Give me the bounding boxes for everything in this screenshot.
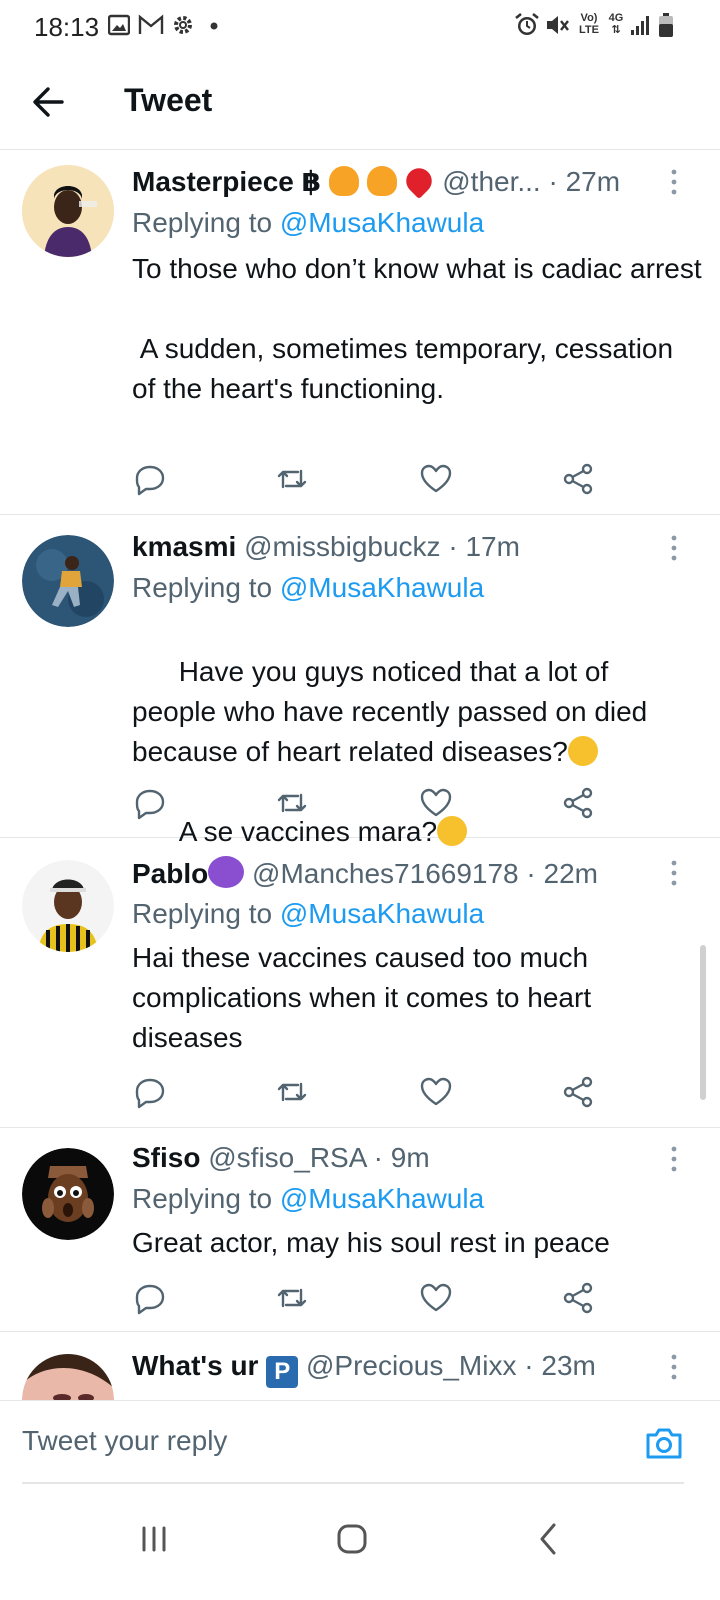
smiling-face-with-horns-emoji — [208, 856, 245, 888]
replies-feed[interactable]: Masterpiece ฿ @ther... · 27m Replying to… — [0, 151, 720, 1401]
user-handle[interactable]: @Precious_Mixx — [306, 1350, 516, 1381]
mention-link[interactable]: @MusaKhawula — [280, 1183, 484, 1214]
more-options-icon[interactable] — [662, 167, 686, 197]
tweet-reply[interactable]: kmasmi @missbigbuckz · 17m Replying to @… — [0, 515, 720, 847]
tweet-actions — [132, 1280, 602, 1316]
mention-link[interactable]: @MusaKhawula — [280, 572, 484, 603]
reply-icon[interactable] — [132, 1074, 168, 1110]
like-icon[interactable] — [418, 785, 454, 821]
tweet-header: Pablo @Manches71669178 · 22m — [132, 856, 598, 889]
user-handle[interactable]: @ther... — [442, 166, 540, 197]
tweet-text: To those who don’t know what is cadiac a… — [132, 253, 702, 404]
tweet-header: Masterpiece ฿ @ther... · 27m — [132, 165, 670, 198]
avatar[interactable] — [22, 165, 114, 257]
like-icon[interactable] — [418, 461, 454, 497]
user-handle[interactable]: @missbigbuckz — [244, 531, 440, 562]
system-navigation-bar — [0, 1484, 720, 1600]
share-icon[interactable] — [560, 461, 596, 497]
share-icon[interactable] — [560, 1280, 596, 1316]
avatar[interactable] — [22, 860, 114, 952]
camera-icon[interactable] — [644, 1423, 684, 1463]
tweet-actions — [132, 461, 602, 497]
replying-to: Replying to @MusaKhawula — [132, 898, 485, 929]
status-bar: 18:13 Vo) LTE 4G ⇅ — [0, 0, 720, 56]
share-icon[interactable] — [560, 785, 596, 821]
reply-input[interactable]: Tweet your reply — [22, 1425, 227, 1457]
recent-apps-icon[interactable] — [124, 1514, 184, 1564]
tweet-text: Hai these vaccines caused too much compl… — [132, 942, 599, 1053]
retweet-icon[interactable] — [274, 1280, 310, 1316]
tweet-actions — [132, 1074, 602, 1110]
user-name[interactable]: Masterpiece ฿ — [132, 166, 321, 197]
like-icon[interactable] — [418, 1280, 454, 1316]
volte-icon: Vo) LTE — [579, 12, 599, 36]
more-options-icon[interactable] — [662, 1352, 686, 1382]
user-name[interactable]: What's ur — [132, 1350, 258, 1381]
retweet-icon[interactable] — [274, 785, 310, 821]
avatar[interactable] — [22, 1148, 114, 1240]
more-options-icon[interactable] — [662, 858, 686, 888]
gmail-icon — [138, 14, 164, 34]
reply-icon[interactable] — [132, 785, 168, 821]
4g-icon: 4G ⇅ — [608, 12, 624, 36]
replying-to: Replying to @MusaKhawula — [132, 207, 485, 238]
tweet-text: Great actor, may his soul rest in peace — [132, 1227, 610, 1258]
more-options-icon[interactable] — [662, 1144, 686, 1174]
user-handle[interactable]: @sfiso_RSA — [208, 1142, 366, 1173]
back-arrow-icon[interactable] — [28, 80, 72, 124]
back-nav-icon[interactable] — [518, 1514, 578, 1564]
tweet-reply[interactable]: Sfiso @sfiso_RSA · 9m Replying to @MusaK… — [0, 1128, 720, 1332]
reply-icon[interactable] — [132, 1280, 168, 1316]
mute-icon — [547, 16, 569, 34]
signal-icon — [631, 16, 649, 35]
home-icon[interactable] — [322, 1514, 382, 1564]
image-icon — [108, 14, 130, 36]
share-icon[interactable] — [560, 1074, 596, 1110]
top-app-bar: Tweet — [0, 56, 720, 150]
avatar[interactable] — [22, 1354, 114, 1401]
tweet-reply[interactable]: Pablo @Manches71669178 · 22m Replying to… — [0, 838, 720, 1128]
alarm-icon — [515, 12, 539, 35]
avatar[interactable] — [22, 535, 114, 627]
fire-emoji — [366, 166, 397, 196]
tweet-reply[interactable]: What's ur P @Precious_Mixx · 23m — [0, 1332, 720, 1401]
page-title: Tweet — [124, 82, 213, 118]
scrollbar-thumb[interactable] — [700, 945, 706, 1100]
settings-icon — [174, 16, 192, 34]
tweet-actions — [132, 785, 602, 821]
mention-link[interactable]: @MusaKhawula — [280, 207, 484, 238]
p-button-emoji: P — [266, 1356, 299, 1388]
replying-to: Replying to @MusaKhawula — [132, 1183, 485, 1214]
tweet-time: 27m — [565, 166, 621, 197]
red-heart-emoji — [401, 165, 438, 198]
retweet-icon[interactable] — [274, 461, 310, 497]
like-icon[interactable] — [418, 1074, 454, 1110]
user-handle[interactable]: @Manches71669178 — [252, 858, 519, 889]
user-name[interactable]: Pablo — [132, 858, 208, 889]
tweet-header: kmasmi @missbigbuckz · 17m — [132, 531, 520, 562]
tweet-header: Sfiso @sfiso_RSA · 9m — [132, 1142, 430, 1173]
reply-icon[interactable] — [132, 461, 168, 497]
tweet-time: 9m — [390, 1142, 430, 1173]
fire-emoji — [328, 166, 359, 196]
reply-composer: Tweet your reply — [0, 1400, 720, 1484]
tweet-time: 23m — [541, 1350, 596, 1381]
user-name[interactable]: Sfiso — [132, 1142, 200, 1173]
thinking-face-emoji — [567, 736, 598, 766]
retweet-icon[interactable] — [274, 1074, 310, 1110]
tweet-header: What's ur P @Precious_Mixx · 23m — [132, 1350, 670, 1388]
status-time: 18:13 — [34, 12, 100, 42]
replying-to: Replying to @MusaKhawula — [132, 572, 485, 603]
user-name[interactable]: kmasmi — [132, 531, 236, 562]
dot-icon — [210, 22, 218, 30]
tweet-time: 17m — [465, 531, 520, 562]
tweet-time: 22m — [543, 858, 598, 889]
more-options-icon[interactable] — [662, 533, 686, 563]
mention-link[interactable]: @MusaKhawula — [280, 898, 484, 929]
battery-icon — [659, 13, 673, 37]
tweet-reply[interactable]: Masterpiece ฿ @ther... · 27m Replying to… — [0, 151, 720, 515]
